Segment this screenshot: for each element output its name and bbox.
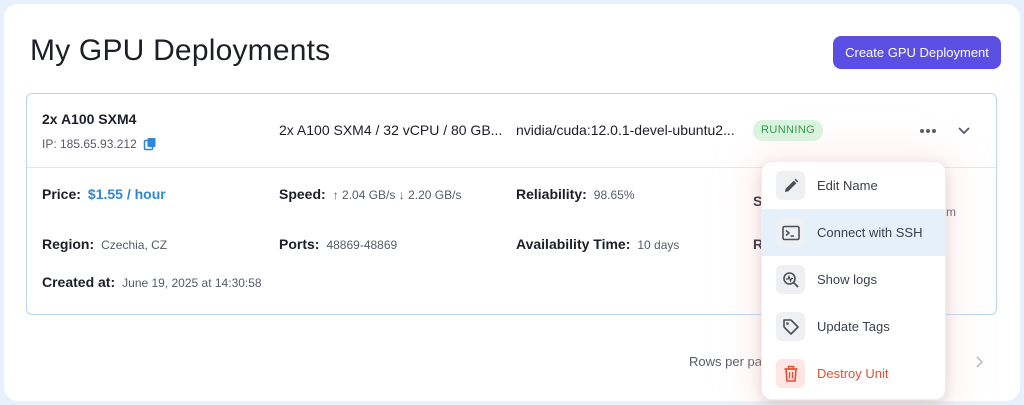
arrow-up-icon: ↑ <box>332 188 339 202</box>
speed-up-value: 2.04 GB/s <box>342 188 396 202</box>
menu-item-edit-name[interactable]: Edit Name <box>762 162 945 209</box>
chevron-right-icon[interactable] <box>972 354 986 370</box>
created-field: Created at: June 19, 2025 at 14:30:58 <box>42 274 262 290</box>
price-label: Price: <box>42 186 81 202</box>
region-field: Region: Czechia, CZ <box>42 236 167 252</box>
arrow-down-icon: ↓ <box>398 188 405 202</box>
copy-icon[interactable] <box>143 137 157 151</box>
ports-label: Ports: <box>279 236 320 252</box>
speed-label: Speed: <box>279 186 326 202</box>
menu-item-label: Update Tags <box>817 319 890 334</box>
created-value: June 19, 2025 at 14:30:58 <box>122 276 262 290</box>
menu-item-connect-ssh[interactable]: Connect with SSH <box>762 209 945 256</box>
menu-item-destroy-unit[interactable]: Destroy Unit <box>762 350 945 397</box>
menu-item-update-tags[interactable]: Update Tags <box>762 303 945 350</box>
deployment-ip: IP: 185.65.93.212 <box>42 137 157 151</box>
reliability-label: Reliability: <box>516 186 587 202</box>
more-options-icon[interactable] <box>917 122 939 140</box>
region-label: Region: <box>42 236 95 252</box>
deployment-header[interactable]: 2x A100 SXM4 IP: 185.65.93.212 2x A100 S… <box>27 94 996 168</box>
availability-value: 10 days <box>637 238 680 252</box>
pencil-icon <box>776 171 805 200</box>
availability-label: Availability Time: <box>516 236 631 252</box>
availability-field: Availability Time: 10 days <box>516 236 679 252</box>
reliability-value: 98.65% <box>593 188 635 202</box>
ports-field: Ports: 48869-48869 <box>279 236 397 252</box>
rows-per-page-label: Rows per pa <box>689 354 762 369</box>
price-field: Price: $1.55 / hour <box>42 186 166 202</box>
actions-menu: Edit Name Connect with SSH Show logs Upd… <box>762 162 945 399</box>
menu-item-show-logs[interactable]: Show logs <box>762 256 945 303</box>
obscured-value-m: m <box>946 205 956 219</box>
chevron-down-icon[interactable] <box>955 122 973 140</box>
trash-icon <box>776 359 805 388</box>
menu-item-label: Connect with SSH <box>817 225 923 240</box>
terminal-icon <box>776 218 805 247</box>
obscured-label-s: S <box>753 193 763 209</box>
ip-text: IP: 185.65.93.212 <box>42 137 137 151</box>
page-title: My GPU Deployments <box>30 34 331 67</box>
logs-search-icon <box>776 265 805 294</box>
speed-field: Speed: ↑ 2.04 GB/s ↓ 2.20 GB/s <box>279 186 461 202</box>
region-value: Czechia, CZ <box>101 238 168 252</box>
deployment-spec: 2x A100 SXM4 / 32 vCPU / 80 GB... <box>279 122 503 138</box>
speed-value: ↑ 2.04 GB/s ↓ 2.20 GB/s <box>333 188 462 202</box>
menu-item-label: Show logs <box>817 272 877 287</box>
ports-value: 48869-48869 <box>326 238 398 252</box>
reliability-field: Reliability: 98.65% <box>516 186 635 202</box>
created-label: Created at: <box>42 274 116 290</box>
status-badge: RUNNING <box>753 120 824 141</box>
price-value: $1.55 / hour <box>87 186 166 202</box>
speed-down-value: 2.20 GB/s <box>408 188 462 202</box>
menu-item-label: Destroy Unit <box>817 366 889 381</box>
menu-item-label: Edit Name <box>817 178 878 193</box>
tag-icon <box>776 312 805 341</box>
deployment-name: 2x A100 SXM4 <box>42 111 137 127</box>
deployment-image: nvidia/cuda:12.0.1-devel-ubuntu2... <box>516 122 735 138</box>
create-gpu-deployment-button[interactable]: Create GPU Deployment <box>833 36 1001 69</box>
